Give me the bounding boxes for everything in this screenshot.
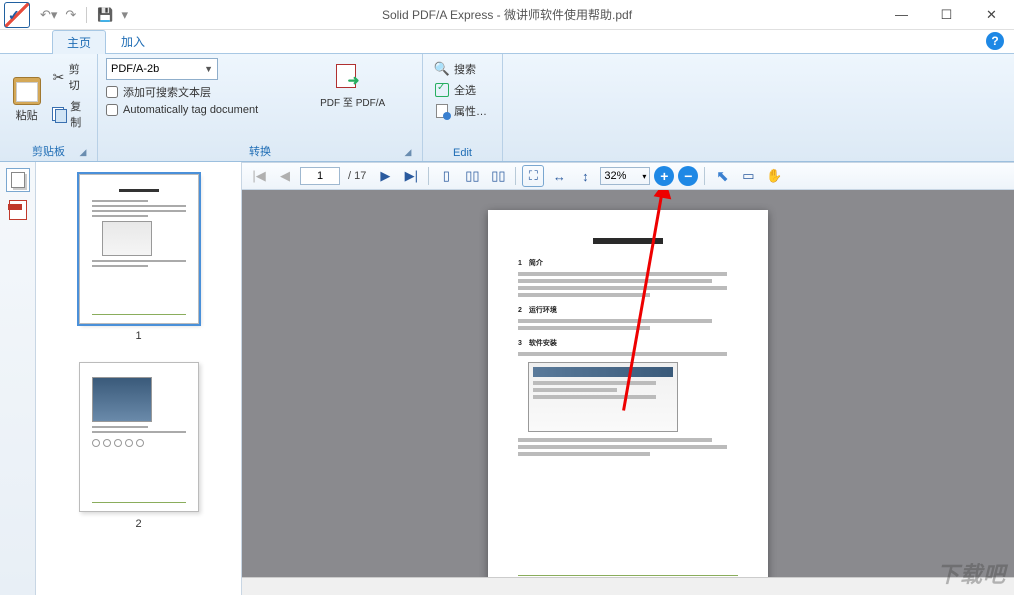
viewer-toolbar: |◀ ◀ / 17 ▶ ▶| ▯ ▯▯ ▯▯ ⛶ ↔ ↕ 32%▾ + − ⬉ … (242, 162, 1014, 190)
page-total: / 17 (348, 170, 366, 182)
pdf-icon (9, 200, 27, 220)
select-all-button[interactable]: 全选 (431, 81, 490, 99)
select-all-icon (434, 82, 450, 98)
fit-width[interactable]: ↔ (548, 165, 570, 187)
cut-button[interactable]: ✂ 剪切 (49, 60, 89, 94)
copy-icon (52, 106, 66, 122)
properties-icon (434, 103, 450, 119)
view-facing[interactable]: ▯▯ (487, 165, 509, 187)
close-button[interactable]: ✕ (969, 1, 1014, 29)
rail-thumbnails[interactable] (6, 168, 30, 192)
ribbon-tab-row: 主页 加入 ? (0, 30, 1014, 54)
window-title: Solid PDF/A Express - 微讲师软件使用帮助.pdf (382, 6, 632, 23)
page-input[interactable] (300, 167, 340, 185)
nav-next[interactable]: ▶ (374, 165, 396, 187)
group-edit: 🔍 搜索 全选 属性… Edit (423, 54, 503, 161)
binoculars-icon: 🔍 (434, 61, 450, 77)
viewer: |◀ ◀ / 17 ▶ ▶| ▯ ▯▯ ▯▯ ⛶ ↔ ↕ 32%▾ + − ⬉ … (242, 162, 1014, 595)
group-convert-label: 转换 ◢ (106, 141, 414, 159)
clipboard-icon (13, 77, 41, 105)
marquee-tool[interactable]: ▭ (737, 165, 759, 187)
qat-save[interactable]: 💾 (97, 7, 113, 23)
qat-customize[interactable]: ▾ (122, 7, 129, 23)
fit-page[interactable]: ⛶ (522, 165, 544, 187)
group-convert: PDF/A-2b ▼ 添加可搜索文本层 Automatically tag do… (98, 54, 423, 161)
thumbnail-panel: 1 2 (36, 162, 242, 595)
thumbnails-icon (11, 172, 25, 188)
convert-launcher[interactable]: ◢ (402, 147, 414, 159)
tab-add[interactable]: 加入 (106, 29, 160, 53)
watermark: 下载吧 (937, 557, 1006, 589)
zoom-out-button[interactable]: − (678, 166, 698, 186)
scissors-icon: ✂ (52, 69, 65, 85)
properties-button[interactable]: 属性… (431, 102, 490, 120)
main-area: 1 2 |◀ ◀ / 17 (0, 162, 1014, 595)
search-button[interactable]: 🔍 搜索 (431, 60, 490, 78)
window-controls: — ☐ ✕ (879, 1, 1014, 29)
quick-access-toolbar: ↶▾ ↷ 💾 ▾ (40, 7, 128, 23)
group-clipboard: 粘贴 ✂ 剪切 复制 剪贴板 ◢ (0, 54, 98, 161)
rail-pdf[interactable] (6, 198, 30, 222)
canvas[interactable]: 1 简介 2 运行环境 3 软件安装 (242, 190, 1014, 577)
select-tool[interactable]: ⬉ (711, 165, 733, 187)
convert-pdf-button[interactable]: ➜ PDF 至 PDF/A (320, 64, 385, 109)
thumbnail-2[interactable]: 2 (36, 362, 241, 530)
doc-title (593, 238, 663, 244)
group-edit-label: Edit (431, 145, 494, 159)
opt-autotag-checkbox[interactable]: Automatically tag document (106, 104, 258, 116)
view-continuous[interactable]: ▯▯ (461, 165, 483, 187)
format-dropdown[interactable]: PDF/A-2b ▼ (106, 58, 218, 80)
qat-undo[interactable]: ↶▾ (40, 7, 57, 23)
nav-last[interactable]: ▶| (400, 165, 422, 187)
hand-tool[interactable]: ✋ (763, 165, 785, 187)
qat-redo[interactable]: ↷ (65, 7, 76, 23)
fit-height[interactable]: ↕ (574, 165, 596, 187)
thumbnail-1[interactable]: 1 (36, 174, 241, 342)
copy-button[interactable]: 复制 (49, 97, 89, 131)
chevron-down-icon: ▼ (204, 64, 213, 74)
opt-searchable-checkbox[interactable]: 添加可搜索文本层 (106, 84, 258, 100)
document-page: 1 简介 2 运行环境 3 软件安装 (488, 210, 768, 577)
nav-first[interactable]: |◀ (248, 165, 270, 187)
clipboard-launcher[interactable]: ◢ (77, 147, 89, 159)
nav-prev[interactable]: ◀ (274, 165, 296, 187)
view-single[interactable]: ▯ (435, 165, 457, 187)
minimize-button[interactable]: — (879, 1, 924, 29)
app-icon (4, 2, 30, 28)
tab-home[interactable]: 主页 (52, 30, 106, 54)
title-bar: ↶▾ ↷ 💾 ▾ Solid PDF/A Express - 微讲师软件使用帮助… (0, 0, 1014, 30)
side-rail (0, 162, 36, 595)
maximize-button[interactable]: ☐ (924, 1, 969, 29)
paste-button[interactable]: 粘贴 (8, 58, 45, 141)
group-clipboard-label: 剪贴板 ◢ (8, 141, 89, 159)
ribbon: 粘贴 ✂ 剪切 复制 剪贴板 ◢ PDF/A-2b (0, 54, 1014, 162)
zoom-in-button[interactable]: + (654, 166, 674, 186)
zoom-input[interactable]: 32%▾ (600, 167, 650, 185)
help-icon[interactable]: ? (986, 32, 1004, 50)
horizontal-scrollbar[interactable] (242, 577, 1014, 595)
qat-separator (86, 7, 87, 23)
convert-icon: ➜ (336, 64, 370, 92)
